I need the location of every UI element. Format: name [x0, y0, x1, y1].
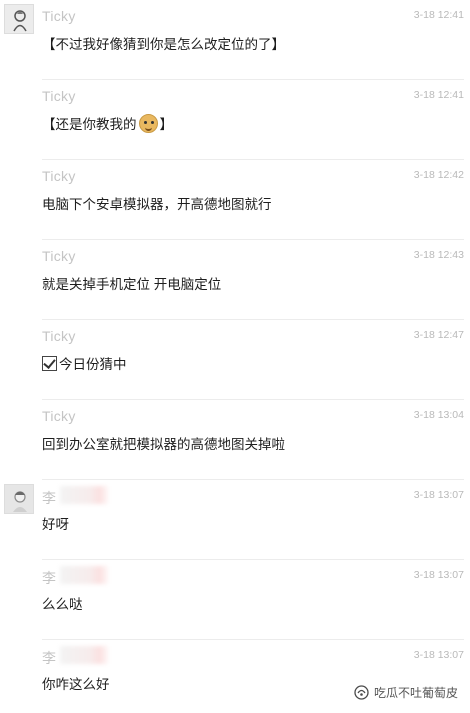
- chat-message: 李 3-18 13:07 么么哒: [0, 560, 470, 640]
- avatar-image-icon: [5, 485, 33, 513]
- avatar[interactable]: [4, 484, 34, 514]
- timestamp: 3-18 12:43: [413, 249, 464, 261]
- timestamp: 3-18 12:47: [413, 329, 464, 341]
- chat-message: Ticky 3-18 12:47 今日份猜中: [0, 320, 470, 400]
- sender-name: Ticky: [42, 88, 76, 104]
- chat-message: Ticky 3-18 12:42 电脑下个安卓模拟器，开高德地图就行: [0, 160, 470, 240]
- message-text: 么么哒: [42, 597, 83, 612]
- message-text: 你咋这么好: [42, 677, 110, 692]
- blurred-name: [60, 566, 110, 584]
- message-text: 电脑下个安卓模拟器，开高德地图就行: [42, 197, 272, 212]
- message-text: 回到办公室就把模拟器的高德地图关掉啦: [42, 437, 285, 452]
- timestamp: 3-18 13:07: [413, 489, 464, 501]
- message-text-part: 今日份猜中: [59, 357, 127, 372]
- timestamp: 3-18 13:04: [413, 409, 464, 421]
- blurred-name: [60, 646, 110, 664]
- sender-name: Ticky: [42, 328, 76, 344]
- chat-message: 李 3-18 13:07 你咋这么好: [0, 640, 470, 713]
- sender-name: Ticky: [42, 408, 76, 424]
- doge-icon: [138, 114, 158, 133]
- message-text-part: 】: [159, 117, 174, 132]
- sender-name: Ticky: [42, 8, 76, 24]
- message-text: 【还是你教我的 】: [42, 113, 173, 133]
- avatar-image-icon: [5, 5, 33, 33]
- message-text: 好呀: [42, 517, 69, 532]
- checkbox-icon: [42, 356, 57, 371]
- message-text: 【不过我好像猜到你是怎么改定位的了】: [42, 37, 285, 52]
- chat-message: Ticky 3-18 12:41 【不过我好像猜到你是怎么改定位的了】: [0, 0, 470, 80]
- timestamp: 3-18 12:41: [413, 89, 464, 101]
- chat-message: Ticky 3-18 13:04 回到办公室就把模拟器的高德地图关掉啦: [0, 400, 470, 480]
- message-text: 就是关掉手机定位 开电脑定位: [42, 277, 222, 292]
- sender-name: 李: [42, 570, 57, 586]
- watermark-text: 吃瓜不吐葡萄皮: [373, 686, 458, 700]
- chat-message: 李 3-18 13:07 好呀: [0, 480, 470, 560]
- message-text-part: 【还是你教我的: [42, 117, 137, 132]
- wechat-channel-icon: [354, 685, 369, 700]
- sender-name: 李: [42, 650, 57, 666]
- sender-name: Ticky: [42, 168, 76, 184]
- message-text: 今日份猜中: [42, 353, 127, 373]
- avatar[interactable]: [4, 4, 34, 34]
- timestamp: 3-18 12:42: [413, 169, 464, 181]
- sender-name: Ticky: [42, 248, 76, 264]
- timestamp: 3-18 12:41: [413, 9, 464, 21]
- sender-name: 李: [42, 490, 57, 506]
- timestamp: 3-18 13:07: [413, 569, 464, 581]
- timestamp: 3-18 13:07: [413, 649, 464, 661]
- watermark: 吃瓜不吐葡萄皮: [354, 684, 458, 701]
- chat-message: Ticky 3-18 12:41 【还是你教我的 】: [0, 80, 470, 160]
- blurred-name: [60, 486, 110, 504]
- chat-message: Ticky 3-18 12:43 就是关掉手机定位 开电脑定位: [0, 240, 470, 320]
